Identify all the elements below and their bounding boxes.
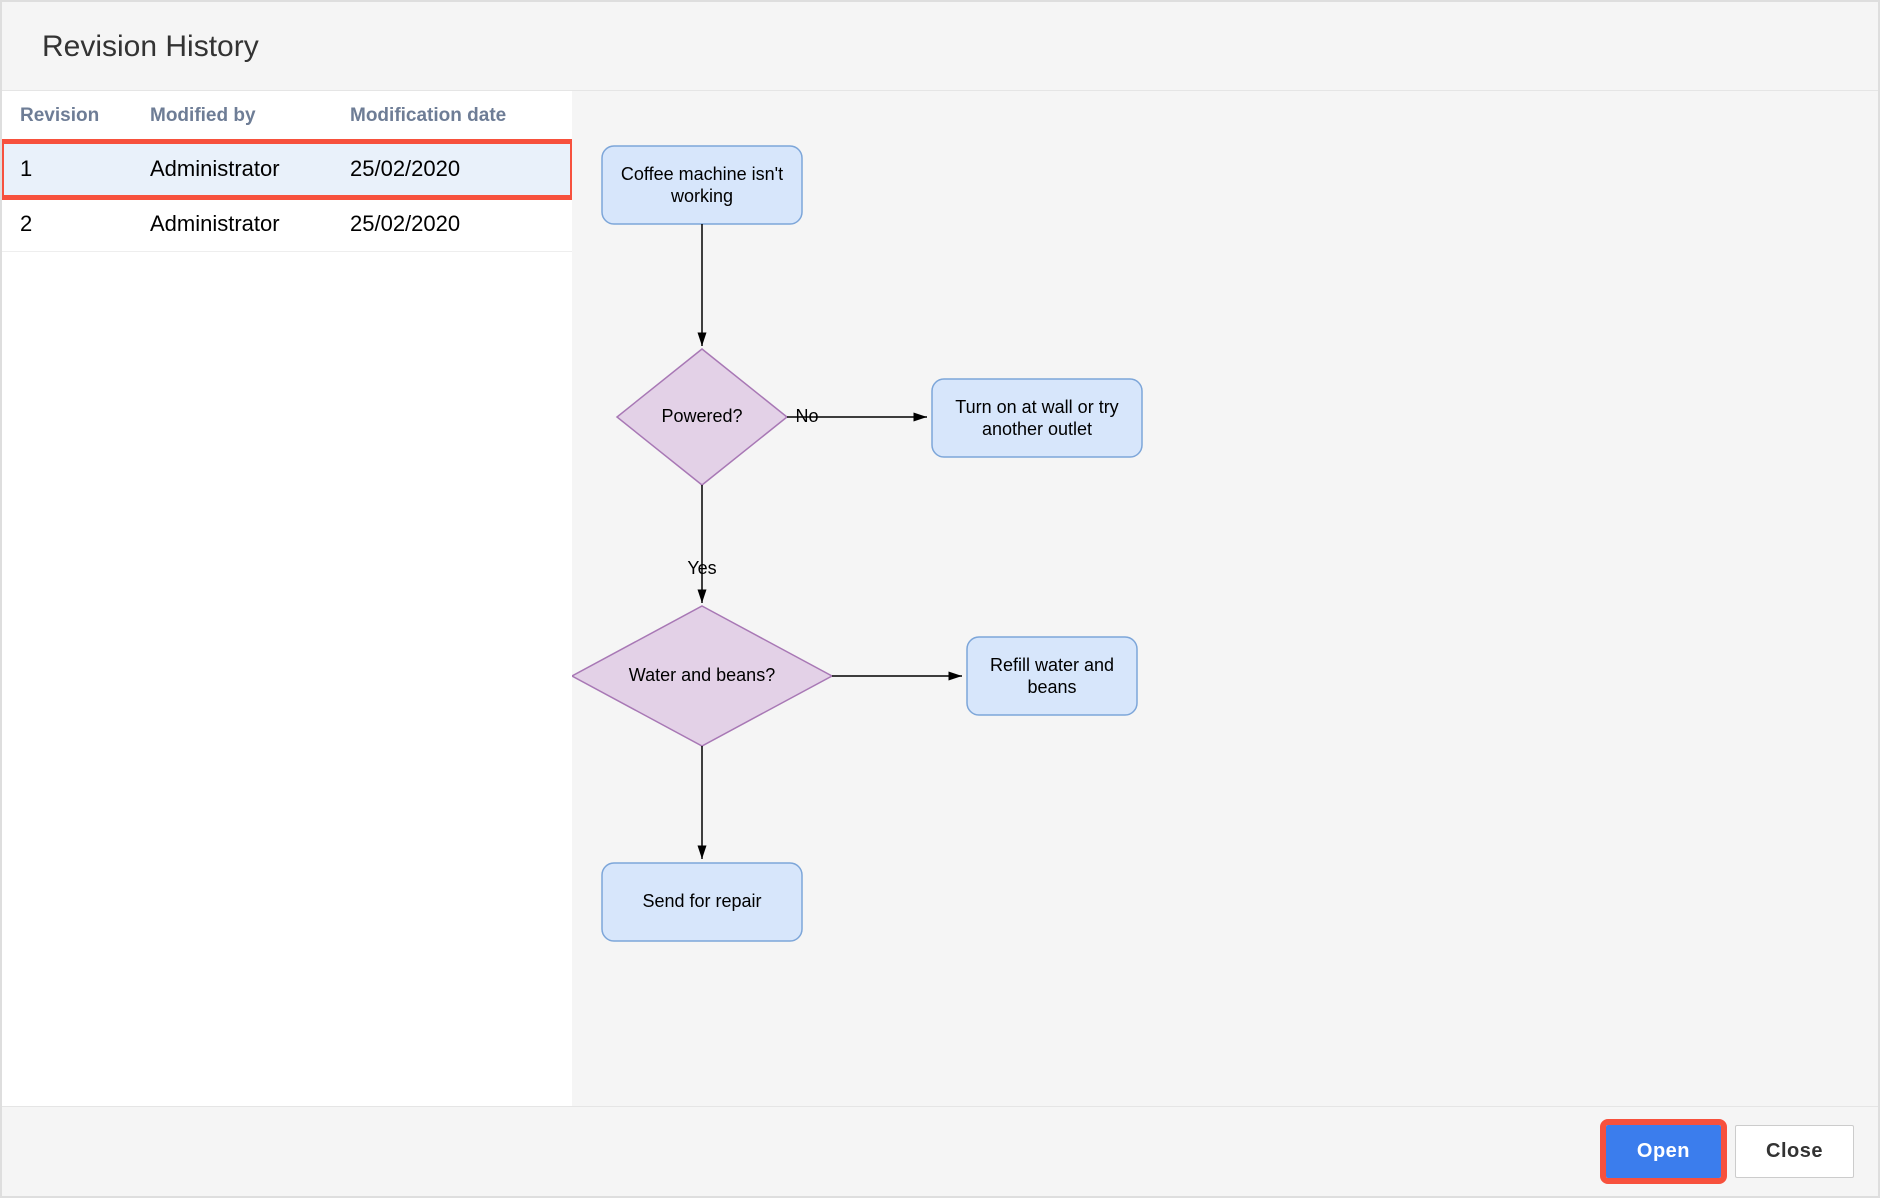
close-button[interactable]: Close [1735,1125,1854,1178]
footer: Open Close [2,1106,1878,1196]
revision-cell-modification-date: 25/02/2020 [332,142,572,197]
revision-cell-modified-by: Administrator [132,142,332,197]
flow-edge-label-no: No [795,406,818,426]
revision-cell-modified-by: Administrator [132,197,332,252]
flow-edge-label-yes: Yes [687,558,716,578]
revision-cell-revision: 1 [2,142,132,197]
revision-cell-modification-date: 25/02/2020 [332,197,572,252]
revision-table-header-row: Revision Modified by Modification date [2,91,572,142]
flow-node-start-text2: working [670,186,733,206]
flow-node-refill-text1: Refill water and [990,655,1114,675]
col-header-modified-by[interactable]: Modified by [132,91,332,142]
flow-node-water-text: Water and beans? [629,665,775,685]
flow-node-wall-text1: Turn on at wall or try [955,397,1118,417]
header: Revision History [2,2,1878,91]
open-button[interactable]: Open [1606,1125,1721,1178]
body: Revision Modified by Modification date 1… [2,91,1878,1106]
flow-node-refill-text2: beans [1027,677,1076,697]
flowchart-svg: Coffee machine isn't working Powered? No… [572,91,1872,1091]
revision-table-row[interactable]: 1Administrator25/02/2020 [2,142,572,197]
revision-table-row[interactable]: 2Administrator25/02/2020 [2,197,572,252]
revision-cell-revision: 2 [2,197,132,252]
flow-node-powered-text: Powered? [661,406,742,426]
revision-history-window: Revision History Revision Modified by Mo… [0,0,1880,1198]
diagram-preview-panel: Coffee machine isn't working Powered? No… [572,91,1878,1106]
flow-node-start-text1: Coffee machine isn't [621,164,783,184]
col-header-modification-date[interactable]: Modification date [332,91,572,142]
flow-node-repair-text: Send for repair [642,891,761,911]
page-title: Revision History [42,30,1838,64]
flow-node-wall-text2: another outlet [982,419,1092,439]
revision-table: Revision Modified by Modification date 1… [2,91,572,252]
col-header-revision[interactable]: Revision [2,91,132,142]
revision-list-panel: Revision Modified by Modification date 1… [2,91,572,1106]
